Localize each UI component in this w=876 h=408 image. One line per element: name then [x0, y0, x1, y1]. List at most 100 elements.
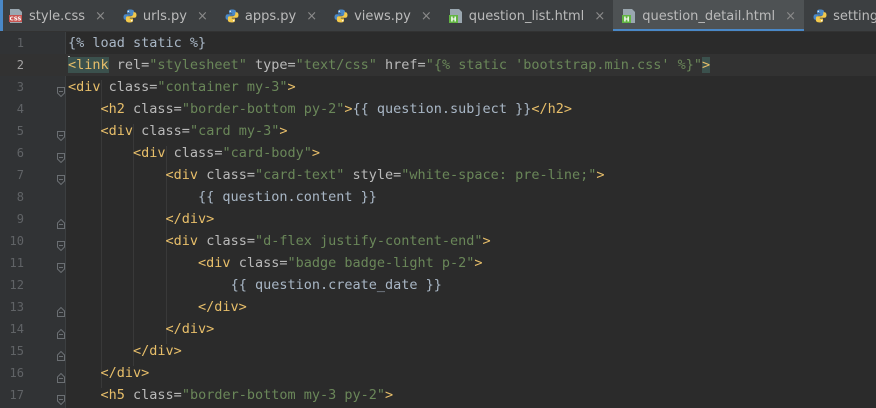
code-text[interactable]: </div> [68, 362, 150, 384]
code-token: "border-bottom py-2" [181, 101, 345, 117]
tab-question-detail-html[interactable]: Hquestion_detail.html × [613, 0, 805, 31]
code-text[interactable]: <h2 class="border-bottom py-2">{{ questi… [68, 98, 572, 120]
code-token: "card-body" [222, 145, 312, 161]
code-token: "card-text" [254, 167, 345, 183]
code-token: > [474, 255, 483, 271]
code-token: <div [100, 123, 134, 139]
code-line[interactable]: 9 </div> [0, 208, 876, 230]
fold-open-icon[interactable] [57, 82, 65, 98]
code-token: class= [133, 123, 190, 139]
tab-label: urls.py [142, 8, 187, 24]
ide-window: CSS style.css × urls.py × apps.py × views.py × Hq… [0, 0, 876, 408]
code-token: "d-flex justify-content-end" [254, 233, 483, 249]
line-number: 1 [16, 36, 24, 50]
code-line[interactable]: 10 <div class="d-flex justify-content-en… [0, 230, 876, 252]
code-line[interactable]: 6 <div class="card-body"> [0, 142, 876, 164]
code-text[interactable]: {{ question.create_date }} [68, 274, 442, 296]
code-text[interactable]: {{ question.content }} [68, 186, 377, 208]
code-token: type= [246, 57, 296, 73]
tab-urls-py[interactable]: urls.py × [114, 0, 216, 31]
code-token: > [279, 123, 288, 139]
code-token: </div> [198, 299, 247, 315]
tab-settings-py[interactable]: settings.py× [804, 0, 876, 31]
fold-close-icon[interactable] [57, 324, 65, 339]
line-number: 9 [16, 212, 24, 226]
code-text[interactable]: <div class="card-text" style="white-spac… [68, 164, 605, 186]
code-text[interactable]: <div class="card-body"> [68, 142, 320, 164]
code-text[interactable]: <div class="container my-3"> [68, 76, 296, 98]
close-icon[interactable]: × [594, 9, 605, 24]
fold-open-icon[interactable] [57, 390, 65, 406]
line-number: 2 [16, 58, 24, 72]
fold-close-icon[interactable] [57, 302, 65, 317]
code-token: <h2 [100, 101, 125, 117]
tab-label: views.py [354, 8, 411, 24]
code-editor[interactable]: 1 {% load static %} 2 <link rel="stylesheet… [0, 32, 876, 408]
code-line[interactable]: 8 {{ question.content }} [0, 186, 876, 208]
close-icon[interactable]: × [421, 9, 432, 24]
code-line[interactable]: 17 <h5 class="border-bottom my-3 py-2"> [0, 384, 876, 406]
fold-open-icon[interactable] [57, 258, 65, 274]
code-line[interactable]: 4 <h2 class="border-bottom py-2">{{ ques… [0, 98, 876, 120]
fold-close-icon[interactable] [57, 346, 65, 361]
fold-open-icon[interactable] [57, 126, 65, 142]
line-number: 5 [16, 124, 24, 138]
code-token: </div> [100, 365, 150, 381]
fold-close-icon[interactable] [57, 368, 65, 383]
code-text[interactable]: <div class="d-flex justify-content-end"> [68, 230, 491, 252]
line-number: 14 [9, 322, 24, 336]
code-text[interactable]: </div> [68, 208, 215, 230]
close-icon[interactable]: × [306, 9, 317, 24]
code-token: </div> [165, 321, 215, 337]
code-text[interactable]: <div class="card my-3"> [68, 120, 288, 142]
code-line[interactable]: 14 </div> [0, 318, 876, 340]
line-number: 12 [9, 278, 24, 292]
code-line[interactable]: 1 {% load static %} [0, 32, 876, 54]
code-line[interactable]: 15 </div> [0, 340, 876, 362]
close-icon[interactable]: × [785, 9, 796, 24]
fold-open-icon[interactable] [57, 170, 65, 186]
fold-open-icon[interactable] [57, 148, 65, 164]
code-token: </div> [133, 343, 182, 359]
code-token: link [76, 57, 109, 73]
code-line[interactable]: 11 <div class="badge badge-light p-2"> [0, 252, 876, 274]
tab-style-css[interactable]: CSS style.css × [0, 0, 114, 31]
code-token: <div [133, 145, 166, 161]
code-text[interactable]: <div class="badge badge-light p-2"> [68, 252, 483, 274]
code-text[interactable]: </div> [68, 318, 215, 340]
code-text[interactable]: </div> [68, 296, 247, 318]
code-line[interactable]: 13 </div> [0, 296, 876, 318]
code-line[interactable]: 2 <link rel="stylesheet" type="text/css" … [0, 54, 876, 76]
svg-text:H: H [624, 16, 630, 24]
close-icon[interactable]: × [95, 9, 106, 24]
tab-views-py[interactable]: views.py × [325, 0, 440, 31]
code-token: "card my-3" [189, 123, 280, 139]
code-line[interactable]: 12 {{ question.create_date }} [0, 274, 876, 296]
code-line[interactable]: 5 <div class="card my-3"> [0, 120, 876, 142]
code-line[interactable]: 16 </div> [0, 362, 876, 384]
code-text[interactable]: <link rel="stylesheet" type="text/css" h… [68, 54, 711, 76]
line-number: 17 [9, 388, 24, 402]
code-token: </h2> [531, 101, 572, 117]
code-text[interactable]: </div> [68, 340, 182, 362]
code-text[interactable]: {% load static %} [68, 32, 206, 54]
code-line[interactable]: 7 <div class="card-text" style="white-sp… [0, 164, 876, 186]
close-icon[interactable]: × [197, 9, 208, 24]
code-token: "badge badge-light p-2" [287, 255, 475, 271]
code-token: </div> [165, 211, 215, 227]
tab-question-list-html[interactable]: Hquestion_list.html × [440, 0, 613, 31]
tab-apps-py[interactable]: apps.py × [216, 0, 325, 31]
fold-open-icon[interactable] [57, 236, 65, 252]
python-file-icon [333, 8, 349, 24]
code-text[interactable]: <h5 class="border-bottom my-3 py-2"> [68, 384, 394, 406]
code-line[interactable]: 3 <div class="container my-3"> [0, 76, 876, 98]
fold-close-icon[interactable] [57, 214, 65, 229]
code-token: > [385, 387, 394, 403]
